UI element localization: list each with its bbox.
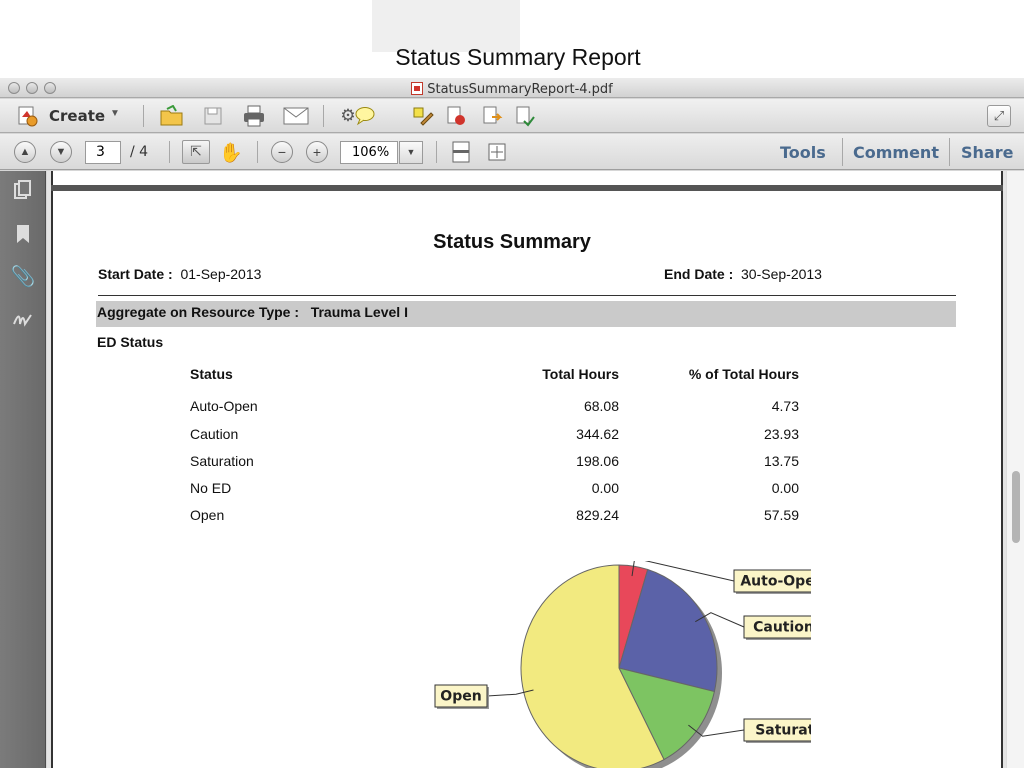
zoom-dropdown-icon[interactable]: ▼ xyxy=(399,141,423,164)
page-separator xyxy=(51,185,1003,191)
page-count: / 4 xyxy=(130,144,149,160)
start-date-value: 01-Sep-2013 xyxy=(180,266,262,282)
column-header-status: Status xyxy=(190,366,233,382)
zoom-in-icon[interactable]: + xyxy=(306,141,328,163)
page-number-input[interactable]: 3 xyxy=(85,141,121,164)
sign-document-icon[interactable] xyxy=(512,104,538,128)
comment-bubble-icon[interactable] xyxy=(345,105,385,127)
end-date: End Date : 30-Sep-2013 xyxy=(664,266,822,282)
status-cell: Caution xyxy=(190,426,239,442)
toolbar-divider xyxy=(143,105,144,127)
end-date-label: End Date : xyxy=(664,266,734,282)
percent-cell: 0.00 xyxy=(771,480,799,496)
slide-title: Status Summary Report xyxy=(395,44,641,70)
previous-page-icon[interactable]: ▲ xyxy=(14,141,36,163)
save-icon[interactable] xyxy=(200,104,226,128)
status-cell: Auto-Open xyxy=(190,398,258,414)
document-viewport[interactable]: Status Summary Start Date : 01-Sep-2013 … xyxy=(47,171,1024,768)
callout-label: Saturation xyxy=(755,723,811,739)
pdf-viewer-window: StatusSummaryReport-4.pdf Create ▼ ⚙ ⤢ ▲… xyxy=(0,78,1024,768)
hours-cell: 829.24 xyxy=(576,507,619,523)
toolbar-divider xyxy=(257,141,258,163)
toolbar-divider xyxy=(842,138,843,166)
toolbar-divider xyxy=(323,105,324,127)
column-header-total-hours: Total Hours xyxy=(542,366,619,382)
status-cell: No ED xyxy=(190,480,232,496)
pdf-file-icon xyxy=(411,82,424,95)
end-date-value: 30-Sep-2013 xyxy=(741,266,822,282)
divider-line xyxy=(98,295,956,296)
remove-document-icon[interactable] xyxy=(443,104,469,128)
select-cursor-icon[interactable]: ⇱ xyxy=(182,140,210,164)
page-edge xyxy=(51,171,53,768)
comment-link[interactable]: Comment xyxy=(853,143,939,162)
pdf-page: Status Summary Start Date : 01-Sep-2013 … xyxy=(51,171,1003,768)
status-cell: Open xyxy=(190,507,225,523)
create-pdf-icon[interactable] xyxy=(14,105,40,127)
report-heading: Status Summary xyxy=(433,231,591,253)
aggregate-value: Trauma Level I xyxy=(310,304,408,320)
section-title: ED Status xyxy=(97,334,164,350)
export-document-icon[interactable] xyxy=(479,104,505,128)
navigation-toolbar: ▲ ▼ 3 / 4 ⇱ ✋ − + 106% ▼ Tools Comment S… xyxy=(0,134,1024,170)
status-pie-chart: Auto-Open Caution Saturation Open xyxy=(434,561,811,768)
title-bar: StatusSummaryReport-4.pdf xyxy=(0,78,1024,98)
expand-icon[interactable]: ⤢ xyxy=(987,105,1011,127)
start-date-label: Start Date : xyxy=(98,266,173,282)
email-icon[interactable] xyxy=(281,104,311,128)
aggregate-bar: Aggregate on Resource Type : Trauma Leve… xyxy=(96,301,956,327)
column-header-percent: % of Total Hours xyxy=(688,366,799,382)
window-title: StatusSummaryReport-4.pdf xyxy=(0,80,1024,97)
window-title-text: StatusSummaryReport-4.pdf xyxy=(427,82,613,97)
main-toolbar: Create ▼ ⚙ ⤢ xyxy=(0,99,1024,133)
hand-tool-icon[interactable]: ✋ xyxy=(218,140,244,164)
callout-label: Open xyxy=(440,689,481,705)
toolbar-divider xyxy=(169,141,170,163)
page-edge xyxy=(1001,171,1003,768)
attachments-icon[interactable]: 📎 xyxy=(11,265,36,288)
callout-label: Caution xyxy=(753,620,811,636)
next-page-icon[interactable]: ▼ xyxy=(50,141,72,163)
zoom-out-icon[interactable]: − xyxy=(271,141,293,163)
percent-cell: 23.93 xyxy=(763,426,799,442)
tools-link[interactable]: Tools xyxy=(780,143,826,162)
bookmarks-icon[interactable] xyxy=(12,223,34,245)
percent-cell: 57.59 xyxy=(763,507,799,523)
percent-cell: 4.73 xyxy=(771,398,799,414)
aggregate-label: Aggregate on Resource Type : xyxy=(97,304,300,320)
chevron-down-icon[interactable]: ▼ xyxy=(110,108,120,119)
share-link[interactable]: Share xyxy=(961,143,1013,162)
status-cell: Saturation xyxy=(190,453,254,469)
create-button[interactable]: Create xyxy=(49,107,105,125)
open-folder-icon[interactable] xyxy=(158,104,186,128)
scrollbar-thumb[interactable] xyxy=(1012,471,1020,543)
page-thumbnails-icon[interactable] xyxy=(12,179,34,201)
hours-cell: 344.62 xyxy=(576,426,619,442)
hours-cell: 68.08 xyxy=(583,398,619,414)
toolbar-divider xyxy=(949,138,950,166)
start-date: Start Date : 01-Sep-2013 xyxy=(98,266,261,282)
percent-cell: 13.75 xyxy=(763,453,799,469)
navigation-sidebar: 📎 xyxy=(0,171,46,768)
vertical-scrollbar[interactable] xyxy=(1006,171,1024,768)
fit-page-icon[interactable] xyxy=(449,140,473,164)
hours-cell: 0.00 xyxy=(591,480,619,496)
highlight-pen-icon[interactable] xyxy=(410,104,436,128)
signatures-icon[interactable] xyxy=(12,309,34,331)
print-icon[interactable] xyxy=(240,104,268,128)
full-screen-icon[interactable] xyxy=(485,140,509,164)
zoom-level-input[interactable]: 106% xyxy=(340,141,398,164)
toolbar-divider xyxy=(436,141,437,163)
hours-cell: 198.06 xyxy=(576,453,619,469)
slide-header: Status Summary Report xyxy=(0,0,1024,78)
callout-label: Auto-Open xyxy=(740,574,811,590)
